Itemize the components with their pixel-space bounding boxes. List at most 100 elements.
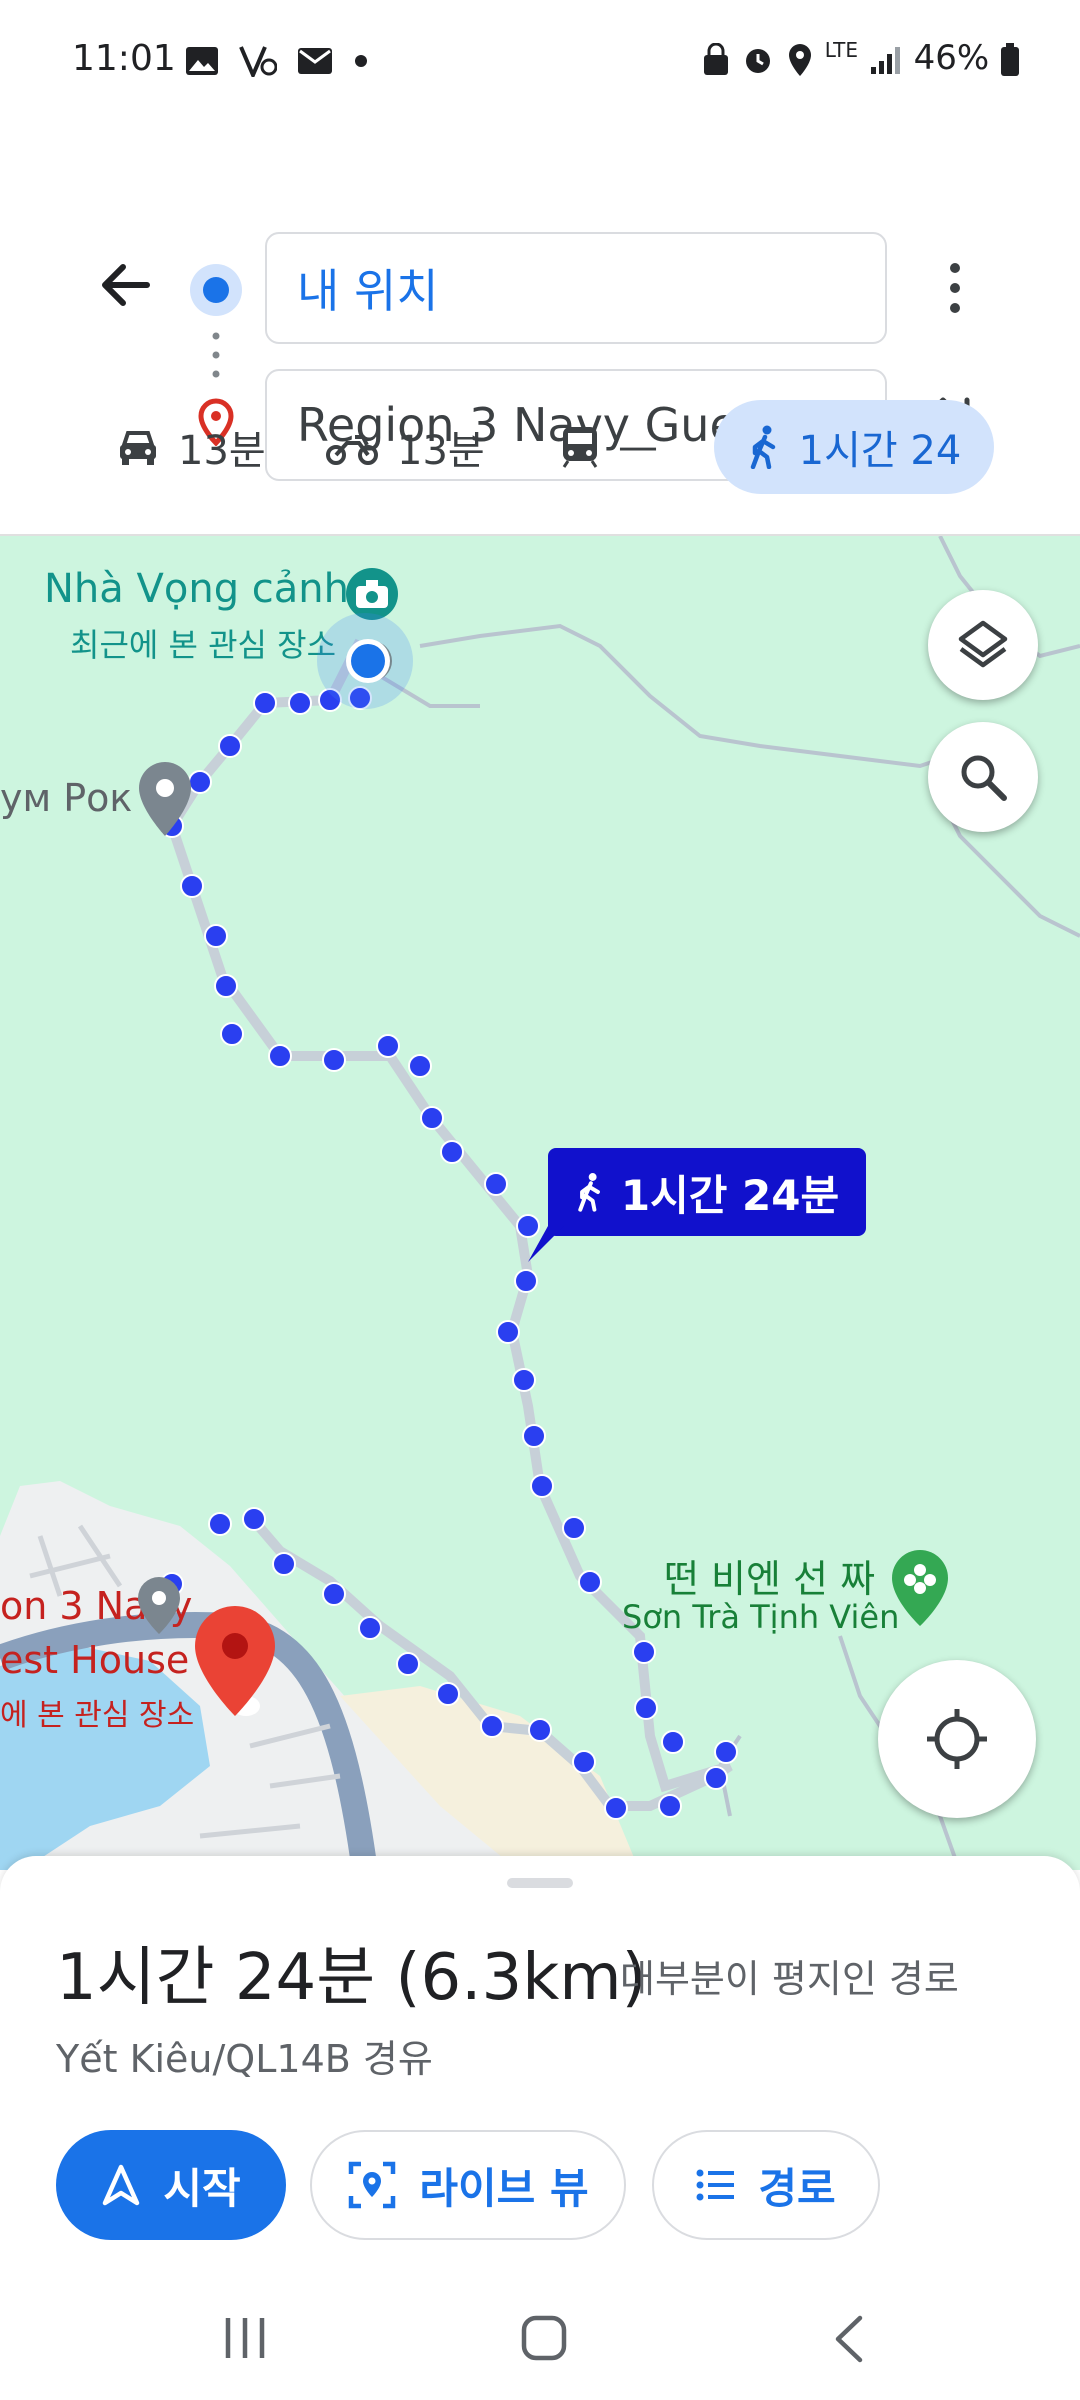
route-dot [514,1269,538,1293]
recent-apps-icon[interactable] [222,2316,268,2360]
route-dot [714,1740,738,1764]
grey-poi-pin-icon-2 [138,1577,180,1634]
route-dot [522,1424,546,1448]
route-dot [704,1766,728,1790]
mail-icon [298,48,333,74]
mode-car-label: 13분 [178,428,266,474]
route-dot [376,1034,400,1058]
route-terrain-note: 대부분이 평지인 경로 [620,1957,959,2001]
route-duration-distance: 1시간 24분 (6.3km) [56,1941,647,2015]
walk-icon [750,425,775,469]
live-view-label: 라이브 뷰 [419,2163,589,2213]
system-nav-bar [0,2270,1080,2400]
route-dot [496,1320,520,1344]
route-dot [562,1516,586,1540]
route-dot [242,1507,266,1531]
route-via: Yết Kiêu/QL14B 경유 [56,2037,433,2081]
live-view-button[interactable]: 라이브 뷰 [310,2130,626,2240]
poi-right-name[interactable]: Sơn Trà Tịnh Viên [622,1598,899,1636]
list-icon [696,2169,735,2201]
map-view[interactable]: Nhà Vọng cảnh 최근에 본 관심 장소 ум Рок 떤 비엔 선 … [0,534,1080,1870]
route-dot [480,1714,504,1738]
location-icon [788,43,811,76]
car-icon [120,431,156,465]
origin-input[interactable]: 내 위치 [265,232,887,344]
poi-top-sub: 최근에 본 관심 장소 [70,626,337,664]
route-dot [661,1730,685,1754]
route-dot [530,1474,554,1498]
lock-icon [704,42,729,75]
route-dot [204,924,228,948]
steps-button[interactable]: 경로 [652,2130,880,2240]
start-button[interactable]: 시작 [56,2130,286,2240]
alarm-icon [746,48,771,73]
route-dot [634,1696,658,1720]
back-arrow-icon[interactable] [95,255,155,315]
layers-icon [958,620,1008,668]
my-location-icon [927,1709,987,1769]
more-options-icon[interactable] [940,258,970,318]
route-dot [440,1140,464,1164]
route-dot [436,1682,460,1706]
search-along-route-button[interactable] [928,722,1038,832]
home-icon[interactable] [520,2314,568,2362]
route-dot [253,691,277,715]
mode-walk-label: 1시간 24 [798,428,962,474]
grey-poi-pin-icon [139,762,191,836]
route-dot [322,1582,346,1606]
vpn-icon [239,46,278,81]
route-dot [272,1552,296,1576]
origin-dot-icon [190,264,242,316]
motorcycle-icon [326,435,378,465]
route-dot [420,1106,444,1130]
poi-right-name-ko[interactable]: 떤 비엔 선 짜 [664,1548,875,1603]
mode-tab-motorcycle[interactable]: 13분 [325,400,485,494]
route-dot [512,1368,536,1392]
route-duration-badge[interactable]: 1시간 24분 [548,1148,866,1236]
badge-pointer [528,1226,564,1262]
route-dot [322,1048,346,1072]
origin-text: 내 위치 [297,264,439,318]
battery-percent: 46% [913,38,990,78]
route-dot [214,974,238,998]
route-dot [632,1640,656,1664]
destination-pin-icon-map [195,1606,275,1716]
notification-icons [185,40,368,81]
route-dot [528,1718,552,1742]
sheet-drag-handle[interactable] [507,1878,573,1888]
route-dot [268,1044,292,1068]
route-dot [220,1022,244,1046]
route-dot [572,1750,596,1774]
route-dot [484,1172,508,1196]
signal-icon [870,46,900,74]
recenter-button[interactable] [878,1660,1036,1818]
system-icons: LTE 46% [702,38,1020,78]
gallery-icon [186,47,218,75]
route-dot [408,1054,432,1078]
route-dot [658,1794,682,1818]
live-view-icon [349,2161,396,2209]
route-dot [396,1652,420,1676]
search-icon [961,755,1007,801]
mode-tab-car[interactable]: 13분 [116,400,266,494]
transit-icon [562,427,598,468]
mode-motorcycle-label: 13분 [397,428,485,474]
walk-icon [578,1173,600,1212]
mode-tab-walk[interactable]: 1시간 24 [714,400,994,494]
route-dot [604,1796,628,1820]
network-label: LTE [824,38,858,62]
mode-tab-transit[interactable]: — [560,400,658,494]
route-dot [578,1570,602,1594]
status-bar: 11:01 LTE 46% [0,0,1080,110]
garden-poi-icon [892,1550,948,1626]
route-dot [180,874,204,898]
route-dot [358,1616,382,1640]
destination-name-2[interactable]: est House [0,1638,189,1682]
start-label: 시작 [163,2163,241,2213]
route-dot [208,1512,232,1536]
route-duration-text: 1시간 24분 [620,1170,840,1220]
poi-left-name[interactable]: ум Рок [0,776,132,820]
back-nav-icon[interactable] [830,2314,866,2364]
navigation-arrow-icon [103,2164,140,2206]
layers-button[interactable] [928,590,1038,700]
